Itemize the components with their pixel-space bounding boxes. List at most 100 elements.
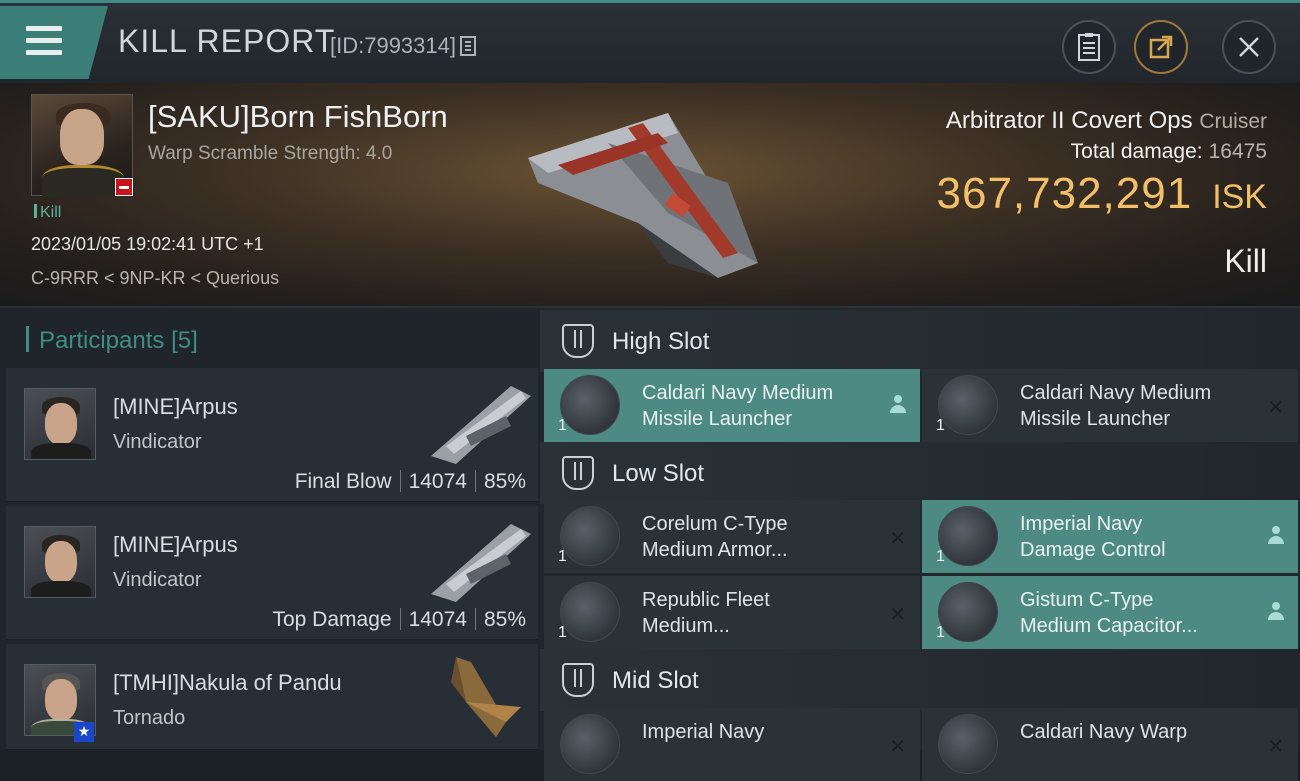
participants-count: [5] [171,327,198,354]
participant-ship: Vindicator [113,569,202,591]
clipboard-button[interactable] [1062,20,1116,74]
mid-slot-icon [562,663,594,697]
module-quantity: 1 [936,624,945,641]
module-name-line2: Missile Launcher [1020,408,1171,430]
high-slot-icon [562,324,594,358]
kill-tag: Kill [34,204,61,222]
clipboard-icon [1078,33,1100,61]
module-name: Imperial Navy [642,719,882,745]
victim-name[interactable]: [SAKU]Born FishBorn [148,99,448,135]
participant-ship-image [451,657,521,737]
warp-scramble-strength: Warp Scramble Strength: 4.0 [148,143,393,164]
participant-row[interactable]: [MINE]Arpus Vindicator Final Blow 14074 85… [6,368,538,502]
close-icon [1239,37,1259,57]
mid-module-icon [560,714,620,774]
module-name-line2: Damage Control [1020,539,1166,561]
warp-module-icon [938,714,998,774]
total-damage-label: Total damage: [1070,140,1203,163]
participant-percent: 85% [483,608,526,631]
low-slot-header: Low Slot [540,442,1300,504]
ship-name-text: Arbitrator II Covert Ops [945,107,1193,134]
module-name-line1: Imperial Navy [642,721,765,743]
isk-value: 367,732,291 ISK [937,169,1268,219]
module-quantity: 1 [936,548,945,565]
copy-icon[interactable] [459,36,476,56]
participant-stats: Final Blow 14074 85% [295,470,526,494]
hamburger-icon [26,26,62,62]
participant-percent: 85% [483,470,526,493]
module-name: Caldari Navy Medium Missile Launcher [1020,380,1260,432]
participant-ship: Tornado [113,707,186,729]
participant-name: [MINE]Arpus [113,394,238,419]
module-quantity: 1 [936,417,945,434]
participant-damage: 14074 [408,470,467,493]
module-name: Caldari Navy Warp [1020,719,1260,745]
module-item[interactable]: 1 Imperial Navy Damage Control [922,500,1298,573]
participant-name: [TMHI]Nakula of Pandu [113,670,342,695]
victim-ship-image [528,113,758,278]
fitted-person-icon [1268,602,1284,622]
participants-header: Participants [5] [26,326,198,355]
module-name-line1: Caldari Navy Medium [642,382,834,404]
module-item[interactable]: 1 Caldari Navy Medium Missile Launcher ✕ [922,369,1298,442]
capacitor-module-icon [560,582,620,642]
isk-unit: ISK [1212,178,1267,216]
module-item[interactable]: 1 Gistum C-Type Medium Capacitor... [922,576,1298,649]
module-name-line1: Caldari Navy Warp [1020,721,1188,743]
participant-stats: Top Damage 14074 85% [272,608,526,632]
fitted-person-icon [1268,526,1284,546]
avatar[interactable] [24,388,96,460]
share-button[interactable] [1134,20,1188,74]
participant-damage: 14074 [408,608,467,631]
participant-role: Final Blow [294,470,392,493]
participant-row[interactable]: ★ [TMHI]Nakula of Pandu Tornado [6,644,538,750]
module-item[interactable]: 1 Corelum C-Type Medium Armor... ✕ [544,500,920,573]
participant-row[interactable]: [MINE]Arpus Vindicator Top Damage 14074 85… [6,506,538,640]
module-name-line2: Medium Capacitor... [1020,615,1198,637]
module-name-line2: Missile Launcher [642,408,793,430]
capacitor-rig-icon [938,582,998,642]
module-name-line1: Republic Fleet [642,589,770,611]
module-quantity: 1 [558,417,567,434]
participant-ship-image [431,524,531,602]
participants-label: Participants [39,327,165,354]
missile-launcher-icon [938,375,998,435]
module-item[interactable]: Caldari Navy Warp ✕ [922,708,1298,781]
module-name: Gistum C-Type Medium Capacitor... [1020,587,1260,639]
module-name-line1: Corelum C-Type [642,513,788,535]
participant-ship-image [431,386,531,464]
module-name: Caldari Navy Medium Missile Launcher [642,380,882,432]
avatar[interactable] [24,526,96,598]
total-damage: Total damage: 16475 [1071,140,1267,164]
high-slot-header: High Slot [540,310,1300,372]
menu-button[interactable] [0,6,108,79]
mid-slot-title: Mid Slot [612,667,699,694]
participant-name: [MINE]Arpus [113,532,238,557]
module-quantity: 1 [558,624,567,641]
armor-module-icon [560,506,620,566]
module-name: Corelum C-Type Medium Armor... [642,511,882,563]
kill-datetime: 2023/01/05 19:02:41 UTC +1 [31,234,264,254]
module-item[interactable]: 1 Caldari Navy Medium Missile Launcher [544,369,920,442]
high-slot-title: High Slot [612,328,710,355]
destroyed-x-icon: ✕ [889,734,906,758]
destroyed-x-icon: ✕ [1267,734,1284,758]
kill-result: Kill [1224,243,1267,279]
module-name-line1: Caldari Navy Medium [1020,382,1212,404]
module-name: Imperial Navy Damage Control [1020,511,1260,563]
module-item[interactable]: Imperial Navy ✕ [544,708,920,781]
damage-control-icon [938,506,998,566]
module-name: Republic Fleet Medium... [642,587,882,639]
module-item[interactable]: 1 Republic Fleet Medium... ✕ [544,576,920,649]
page-title: KILL REPORT [118,23,336,59]
close-button[interactable] [1222,20,1276,74]
share-icon [1149,35,1173,59]
fitted-person-icon [890,395,906,415]
participant-role: Top Damage [272,608,392,631]
missile-launcher-icon [560,375,620,435]
destroyed-x-icon: ✕ [889,526,906,550]
victim-ship-name[interactable]: Arbitrator II Covert Ops Cruiser [946,107,1267,135]
kill-location[interactable]: C-9RRR < 9NP-KR < Querious [31,268,279,289]
fitting-panel: High Slot 1 Caldari Navy Medium Missile L… [540,308,1300,781]
isk-amount: 367,732,291 [936,169,1193,218]
